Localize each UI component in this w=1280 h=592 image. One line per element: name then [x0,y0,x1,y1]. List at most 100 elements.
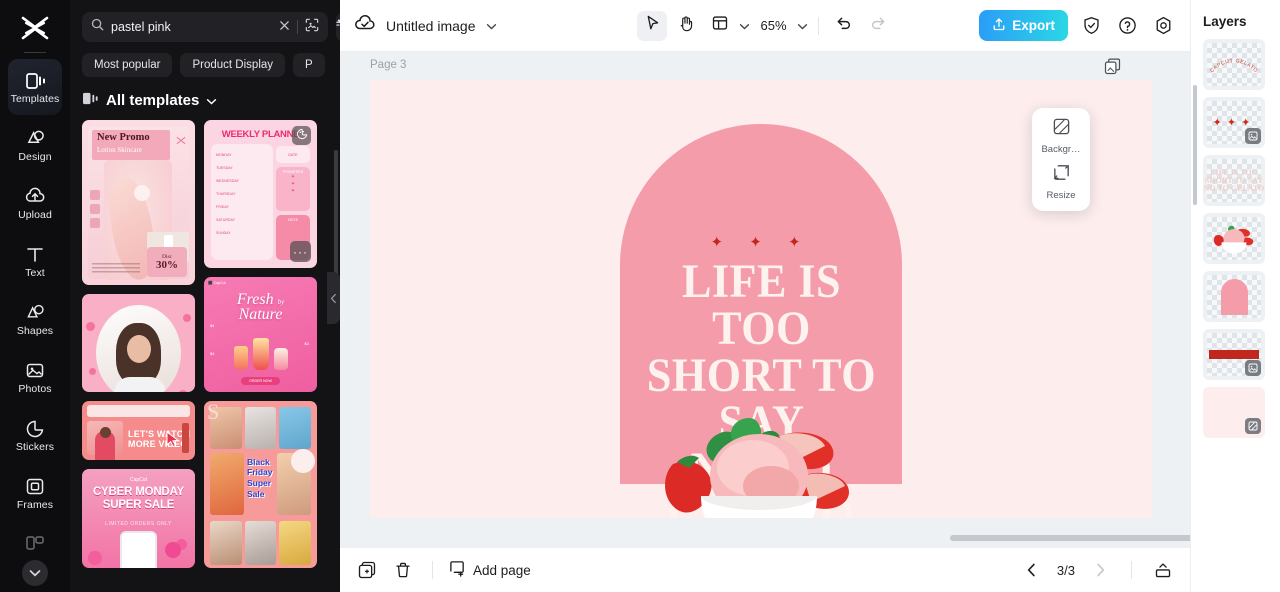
canvas-horizontal-scrollbar[interactable] [950,535,1190,541]
sidebar-item-label: Upload [18,209,52,222]
expand-more-button[interactable] [22,560,48,586]
layer-item-arch[interactable] [1203,271,1265,322]
panel-collapse-handle[interactable] [327,272,340,324]
sidebar-item-stickers[interactable]: Stickers [8,407,62,463]
card-more-button[interactable]: ··· [290,241,311,263]
template-card[interactable]: CapCut CYBER MONDAY SUPER SALE LIMITED O… [82,468,195,568]
layer-item-arc-text[interactable]: CAPCUT GELATO [1203,39,1265,90]
planner-day: MONDAY [216,153,232,157]
expand-panel-icon[interactable] [1150,557,1176,583]
resize-menu-item[interactable]: Resize [1032,163,1090,201]
sidebar-item-design[interactable]: Design [8,117,62,173]
chip-product-display[interactable]: Product Display [180,53,286,77]
zoom-level[interactable]: 65% [760,18,786,33]
capcut-watermark-icon [176,132,186,150]
design-icon [25,127,46,149]
sidebar-item-shapes[interactable]: Shapes [8,291,62,347]
sidebar-item-text[interactable]: Text [8,233,62,289]
planner-side-label: DATE [276,146,310,163]
add-page-button[interactable]: Add page [449,560,531,580]
templates-column-right: WEEKLY PLANNE MONDAY TUESDAY WEDNESDAY T… [204,120,317,568]
sidebar-item-upload[interactable]: Upload [8,175,62,231]
top-toolbar: Untitled image 65% Export [340,0,1190,52]
palette-badge[interactable] [292,126,311,145]
select-tool-button[interactable] [637,10,668,41]
background-menu-item[interactable]: Backgr… [1032,117,1090,155]
layer-item-sparkles[interactable]: ✦✦✦ [1203,97,1265,148]
sidebar-item-label: Design [18,151,52,164]
cloud-saved-icon[interactable] [354,14,376,38]
page-nav-group: 3/3 [1019,557,1176,583]
template-card[interactable]: Black Friday Super Sale S [204,400,317,568]
card-subtitle: Lotion Skincare [97,145,142,154]
layer-item-photo[interactable] [1203,213,1265,264]
layer-type-badge [1245,418,1261,434]
template-card[interactable]: New Promo Lotion Skincare Disc 30% [82,120,195,286]
canvas-stage: Page 3 CAPCUT GELATO ✦ ✦ ✦ LIFE IS TOO S… [340,52,1190,547]
cursor-arrow-icon [645,15,660,36]
chip-most-popular[interactable]: Most popular [82,53,173,77]
template-card[interactable]: WEEKLY PLANNE MONDAY TUESDAY WEDNESDAY T… [204,120,317,269]
layout-chevron-down-icon[interactable] [739,17,750,35]
search-divider [297,20,298,34]
duplicate-page-icon[interactable] [1104,58,1122,76]
template-card[interactable]: ⬛ CapCut Fresh by Nature $4 $3 $4 ORDER … [204,277,317,392]
palette-icon [296,127,308,145]
chip-partial[interactable]: P [293,53,325,77]
search-box[interactable] [82,12,328,42]
sidebar-item-photos[interactable]: Photos [8,349,62,405]
layer-arc-text-preview: CAPCUT GELATO [1209,58,1258,74]
floating-context-menu: Backgr… Resize [1032,108,1090,211]
layers-title: Layers [1203,14,1247,29]
search-input[interactable] [111,20,272,34]
duplicate-icon[interactable] [354,557,380,583]
all-templates-dropdown[interactable]: All templates [70,77,340,120]
layers-list: CAPCUT GELATO ✦✦✦ LIFE IS TOO SHORT TO S… [1191,39,1280,559]
sparkle-decoration[interactable]: ✦ ✦ ✦ [620,235,902,250]
zoom-chevron-down-icon[interactable] [797,17,808,35]
background-icon [1052,117,1071,141]
app-root: Templates Design Upload Text Shapes Phot… [0,0,1280,592]
hand-tool-button[interactable] [671,11,701,41]
search-icon [91,18,104,36]
prev-page-button[interactable] [1019,557,1045,583]
layer-item-background[interactable] [1203,387,1265,438]
main-area: Untitled image 65% Export Page 3 ✦ ✦ ✦ L… [340,0,1190,592]
headline-line: LIFE IS TOO [681,255,842,356]
layer-item-headline[interactable]: LIFE IS TOO SHORT TO SAY NO TO GELATO [1203,155,1265,206]
template-card[interactable] [82,294,195,392]
undo-button[interactable] [829,11,859,41]
document-title[interactable]: Untitled image [386,18,476,34]
layout-tool-button[interactable] [705,11,735,41]
sidebar-item-frames[interactable]: Frames [8,465,62,521]
shapes-icon [25,301,46,323]
frames-icon [25,475,45,497]
settings-gear-icon[interactable] [1150,13,1176,39]
planner-day: SATURDAY [216,218,236,222]
redo-button[interactable] [863,11,893,41]
next-page-button[interactable] [1087,557,1113,583]
card-title-mid: by [277,298,285,307]
trash-icon[interactable] [390,557,416,583]
shield-check-icon[interactable] [1078,13,1104,39]
sidebar-item-label: Templates [10,93,60,106]
image-search-icon[interactable] [305,18,319,37]
planner-day: TUESDAY [216,166,233,170]
toolbar-divider [817,16,819,35]
card-headline-1: CYBER MONDAY [92,485,185,498]
layers-scrollbar[interactable] [1193,85,1197,205]
sidebar-item-templates[interactable]: Templates [8,59,62,115]
template-card[interactable]: LET'S WATCH MORE VIDEO [82,400,195,460]
more-tools-icon [25,535,45,556]
sidebar-item-label: Shapes [16,325,54,338]
chevron-down-icon[interactable] [486,17,497,35]
question-circle-icon[interactable] [1114,13,1140,39]
card-title-2: Nature [238,306,283,324]
stickers-icon [25,417,45,439]
capcut-logo-icon[interactable] [12,8,58,48]
export-button[interactable]: Export [979,10,1068,41]
page-indicator: 3/3 [1056,562,1075,578]
layer-item-banner[interactable] [1203,329,1265,380]
strawberry-gelato-bowl-image[interactable] [653,410,865,518]
close-icon[interactable] [279,18,290,36]
